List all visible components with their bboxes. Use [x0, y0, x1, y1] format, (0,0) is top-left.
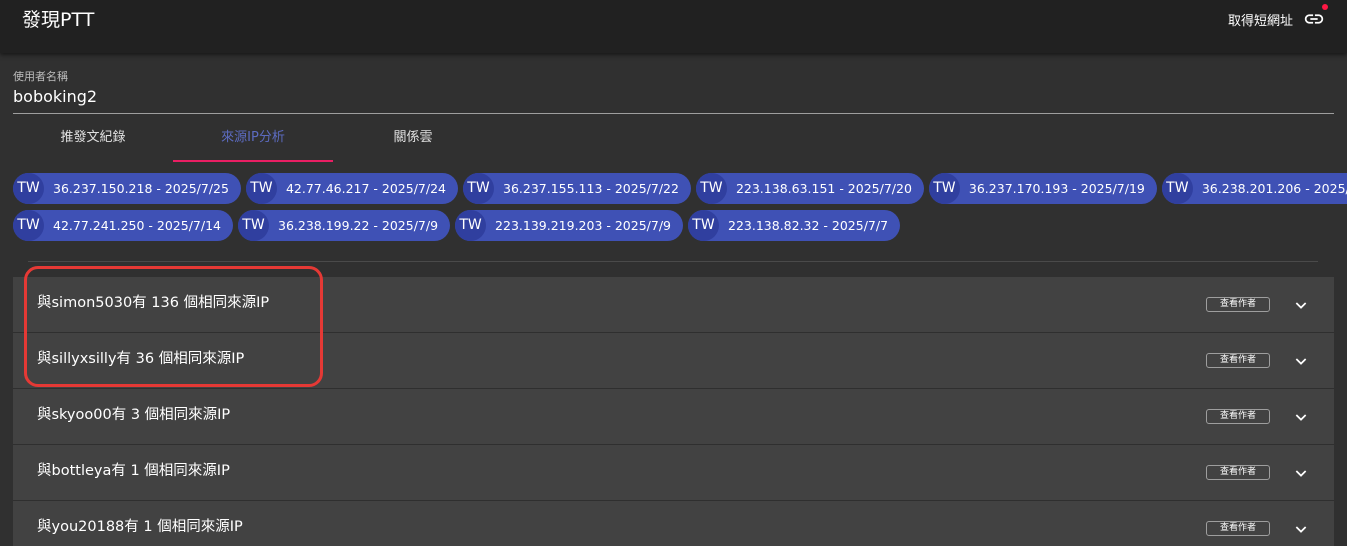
username-label: 使用者名稱 — [13, 70, 68, 83]
ip-chip[interactable]: TW 36.238.199.22 - 2025/7/9 — [238, 210, 451, 241]
ip-chip[interactable]: TW 36.237.155.113 - 2025/7/22 — [463, 173, 691, 204]
panel-title: 與bottleya有 1 個相同來源IP — [37, 463, 230, 479]
ip-chip-label: 36.238.199.22 - 2025/7/9 — [278, 218, 439, 233]
chevron-down-icon[interactable] — [1293, 353, 1309, 369]
expansion-panel[interactable]: 與simon5030有 136 個相同來源IP 查看作者 — [13, 277, 1334, 333]
view-author-button[interactable]: 查看作者 — [1206, 409, 1270, 424]
country-avatar: TW — [13, 173, 44, 204]
ip-chip-label: 223.138.82.32 - 2025/7/7 — [728, 218, 889, 233]
country-avatar: TW — [463, 173, 494, 204]
country-avatar: TW — [688, 210, 719, 241]
country-avatar: TW — [238, 210, 269, 241]
short-url-label: 取得短網址 — [1227, 13, 1293, 29]
short-url-button[interactable]: 取得短網址 — [1227, 4, 1328, 30]
ip-chip[interactable]: TW 223.139.219.203 - 2025/7/9 — [455, 210, 683, 241]
ip-chip-label: 36.237.155.113 - 2025/7/22 — [503, 181, 679, 196]
panel-title: 與you20188有 1 個相同來源IP — [37, 519, 243, 535]
ip-chip-row: TW 36.237.150.218 - 2025/7/25 TW 42.77.46.… — [13, 173, 1347, 204]
notification-dot — [1322, 4, 1328, 10]
chevron-down-icon[interactable] — [1293, 521, 1309, 537]
panel-title: 與simon5030有 136 個相同來源IP — [37, 295, 270, 311]
ip-chip[interactable]: TW 223.138.63.151 - 2025/7/20 — [695, 173, 924, 204]
expansion-panel[interactable]: 與bottleya有 1 個相同來源IP 查看作者 — [13, 445, 1334, 501]
view-author-button[interactable]: 查看作者 — [1206, 353, 1270, 368]
ip-chip-row: TW 42.77.241.250 - 2025/7/14 TW 36.238.199… — [13, 210, 1333, 241]
ip-chip-label: 223.139.219.203 - 2025/7/9 — [495, 218, 671, 233]
view-author-button[interactable]: 查看作者 — [1206, 297, 1270, 312]
ip-chip-label: 42.77.241.250 - 2025/7/14 — [53, 218, 221, 233]
chevron-down-icon[interactable] — [1293, 409, 1309, 425]
country-avatar: TW — [1161, 173, 1193, 204]
ip-chip-label: 36.238.201.206 - 2025/7/15 — [1201, 181, 1347, 196]
ip-chip-label: 42.77.46.217 - 2025/7/24 — [285, 181, 446, 196]
country-avatar: TW — [928, 173, 960, 204]
panel-title: 與sillyxsilly有 36 個相同來源IP — [37, 351, 245, 367]
chevron-down-icon[interactable] — [1293, 465, 1309, 481]
view-author-button[interactable]: 查看作者 — [1206, 465, 1270, 480]
tab-relation-cloud[interactable]: 關係雲 — [333, 122, 493, 162]
ip-chip-label: 36.237.150.218 - 2025/7/25 — [53, 181, 229, 196]
panel-title: 與skyoo00有 3 個相同來源IP — [37, 407, 231, 423]
ip-chip[interactable]: TW 42.77.241.250 - 2025/7/14 — [13, 210, 233, 241]
expansion-panel[interactable]: 與you20188有 1 個相同來源IP 查看作者 — [13, 501, 1334, 546]
ip-chip-list: TW 36.237.150.218 - 2025/7/25 TW 42.77.46.… — [13, 173, 1347, 247]
section-divider — [28, 261, 1318, 262]
view-author-button[interactable]: 查看作者 — [1206, 521, 1270, 536]
expansion-panel[interactable]: 與skyoo00有 3 個相同來源IP 查看作者 — [13, 389, 1334, 445]
ip-chip[interactable]: TW 36.237.150.218 - 2025/7/25 — [13, 173, 241, 204]
country-avatar: TW — [245, 173, 277, 204]
username-field[interactable]: 使用者名稱 boboking2 — [13, 66, 1334, 114]
country-avatar: TW — [695, 173, 727, 204]
app-title: 發現PTT — [22, 9, 95, 31]
ip-chip[interactable]: TW 36.238.201.206 - 2025/7/15 — [1161, 173, 1347, 204]
tab-bar: 推發文紀錄 來源IP分析 關係雲 — [13, 122, 493, 162]
shared-ip-panel-list: 與simon5030有 136 個相同來源IP 查看作者 與sillyxsill… — [13, 277, 1334, 546]
link-icon — [1303, 4, 1328, 30]
country-avatar: TW — [455, 210, 487, 241]
tab-source-ip-analysis[interactable]: 來源IP分析 — [173, 122, 333, 162]
ip-chip[interactable]: TW 36.237.170.193 - 2025/7/19 — [928, 173, 1157, 204]
chevron-down-icon[interactable] — [1293, 297, 1309, 313]
expansion-panel[interactable]: 與sillyxsilly有 36 個相同來源IP 查看作者 — [13, 333, 1334, 389]
ip-chip-label: 223.138.63.151 - 2025/7/20 — [735, 181, 912, 196]
ip-chip-label: 36.237.170.193 - 2025/7/19 — [968, 181, 1145, 196]
ip-chip[interactable]: TW 42.77.46.217 - 2025/7/24 — [245, 173, 458, 204]
ip-chip[interactable]: TW 223.138.82.32 - 2025/7/7 — [688, 210, 901, 241]
country-avatar: TW — [13, 210, 44, 241]
username-input[interactable]: boboking2 — [13, 87, 97, 106]
app-bar: 發現PTT 取得短網址 — [0, 0, 1347, 53]
tab-post-history[interactable]: 推發文紀錄 — [13, 122, 173, 162]
